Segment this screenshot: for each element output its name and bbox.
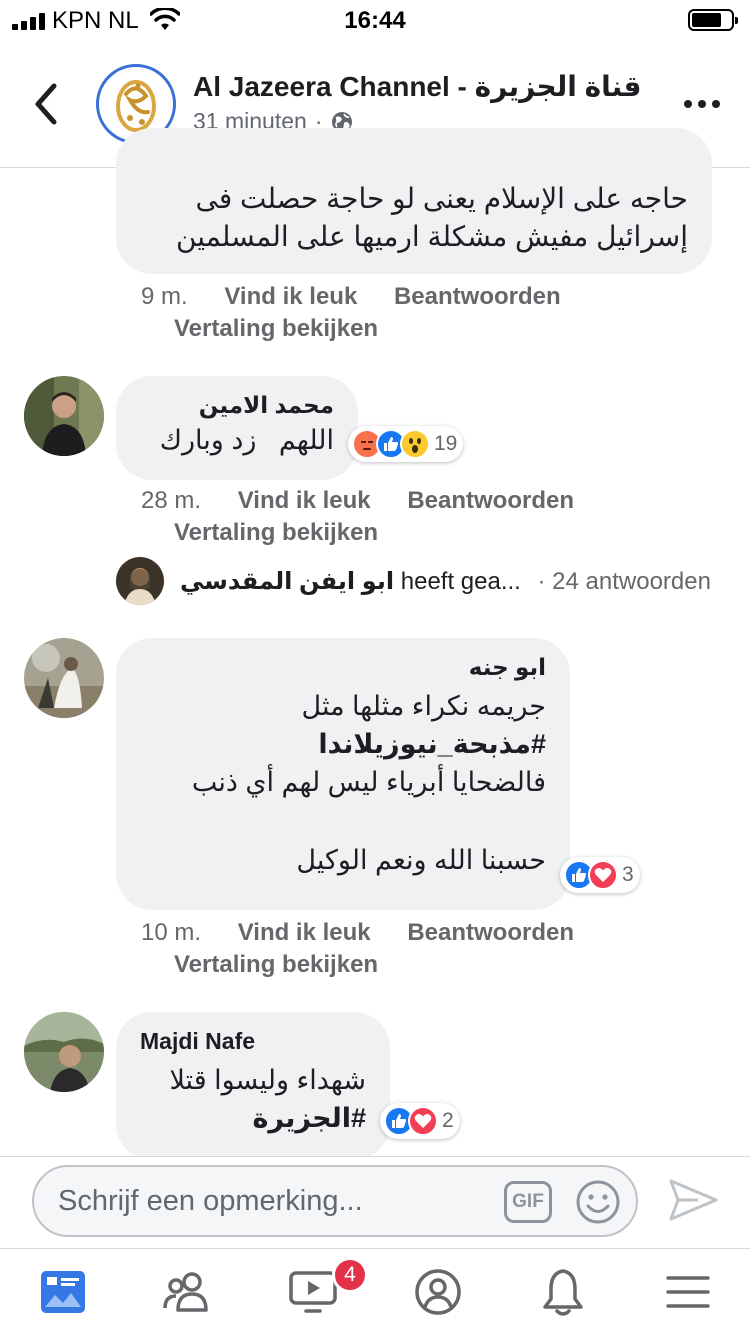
- profile-icon: [414, 1269, 461, 1315]
- comment-time: 10 m.: [141, 919, 202, 946]
- friends-icon: [162, 1272, 208, 1312]
- comment-author[interactable]: Majdi Nafe: [140, 1028, 366, 1055]
- person-photo-icon: [116, 557, 164, 605]
- like-link[interactable]: Vind ik leuk: [238, 919, 371, 946]
- reaction-summary[interactable]: 19: [348, 426, 464, 462]
- watch-icon: [288, 1271, 337, 1313]
- comment-bubble: محمد الامين اللهم زد وبارك: [116, 376, 358, 480]
- tab-profile[interactable]: [375, 1249, 500, 1334]
- love-reaction-icon: [408, 1106, 438, 1136]
- reaction-summary[interactable]: 2: [380, 1103, 460, 1139]
- page-name[interactable]: Al Jazeera Channel - قناة الجزيرة: [193, 70, 641, 103]
- comment-text-line: جريمه نكراء مثلها مثل: [301, 691, 547, 721]
- notifications-icon: [542, 1269, 583, 1316]
- menu-icon: [665, 1276, 710, 1308]
- watch-notification-badge: 4: [332, 1257, 368, 1293]
- hashtag-link[interactable]: #الجزيرة: [140, 1099, 366, 1137]
- comment-author[interactable]: محمد الامين: [140, 392, 334, 419]
- reaction-count: 19: [434, 432, 458, 455]
- comment-bubble: Majdi Nafe شهداء وليسوا قتلا #الجزيرة: [116, 1012, 390, 1160]
- comment-composer[interactable]: GIF: [32, 1165, 638, 1237]
- see-translation-link[interactable]: Vertaling bekijken: [174, 519, 378, 547]
- replier-avatar[interactable]: [116, 557, 164, 605]
- reply-link[interactable]: Beantwoorden: [407, 487, 574, 514]
- comment-input[interactable]: [58, 1183, 498, 1219]
- replies-preview[interactable]: ابو ايفن المقدسي heeft gea... · 24 antwo…: [180, 567, 711, 596]
- comment-composer-bar: GIF: [0, 1156, 750, 1248]
- comment-bubble: حاجه على الإسلام يعنى لو حاجة حصلت فى إس…: [116, 128, 712, 274]
- comment-text-line: إسرائيل مفيش مشكلة ارميها على المسلمين: [175, 221, 688, 252]
- bottom-tab-bar: 4: [0, 1248, 750, 1334]
- more-options-icon[interactable]: [684, 100, 720, 108]
- reaction-summary[interactable]: 3: [560, 857, 640, 893]
- clock: 16:44: [344, 7, 406, 34]
- tab-watch[interactable]: 4: [250, 1249, 375, 1334]
- commenter-avatar[interactable]: [24, 376, 104, 456]
- reaction-count: 2: [442, 1109, 454, 1132]
- comment-actions: 28 m. Vind ik leuk Beantwoorden: [141, 487, 574, 515]
- person-photo-icon: [24, 638, 104, 718]
- comment-text-line: فالضحايا أبرياء ليس لهم أي ذنب: [191, 767, 546, 797]
- comment-actions: 9 m. Vind ik leuk Beantwoorden: [141, 283, 561, 311]
- comment-text-line: شهداء وليسوا قتلا: [169, 1065, 366, 1095]
- status-bar: KPN NL 16:44: [0, 0, 750, 40]
- tab-news-feed[interactable]: [0, 1249, 125, 1334]
- emoji-icon[interactable]: [575, 1179, 621, 1225]
- like-link[interactable]: Vind ik leuk: [238, 487, 371, 514]
- replier-name: ابو ايفن المقدسي: [180, 568, 395, 595]
- like-link[interactable]: Vind ik leuk: [224, 283, 357, 310]
- comment-time: 9 m.: [141, 283, 188, 310]
- comment-text-line: حاجه على الإسلام يعنى لو حاجة حصلت فى: [195, 183, 688, 214]
- tab-friends[interactable]: [125, 1249, 250, 1334]
- back-chevron-icon[interactable]: [26, 78, 66, 130]
- gif-button[interactable]: GIF: [504, 1181, 552, 1223]
- reply-link[interactable]: Beantwoorden: [394, 283, 561, 310]
- send-icon[interactable]: [668, 1177, 720, 1223]
- reply-link[interactable]: Beantwoorden: [407, 919, 574, 946]
- person-photo-icon: [24, 1012, 104, 1092]
- comment-text-line: [140, 801, 546, 841]
- commenter-avatar[interactable]: [24, 638, 104, 718]
- battery-icon: [688, 9, 738, 31]
- hashtag-link[interactable]: #مذبحة_نيوزيلاندا: [140, 725, 546, 763]
- reply-count: · 24 antwoorden: [537, 568, 711, 595]
- reply-preview-text: heeft gea...: [400, 568, 521, 595]
- comment-text-line: اللهم زد وبارك: [159, 425, 334, 455]
- comment-time: 28 m.: [141, 487, 202, 514]
- news-feed-icon: [40, 1271, 85, 1313]
- commenter-avatar[interactable]: [24, 1012, 104, 1092]
- person-photo-icon: [24, 376, 104, 456]
- see-translation-link[interactable]: Vertaling bekijken: [174, 951, 378, 979]
- see-translation-link[interactable]: Vertaling bekijken: [174, 315, 378, 343]
- comment-text-line: حسبنا الله ونعم الوكيل: [296, 845, 546, 875]
- al-jazeera-logo-icon: [116, 80, 156, 132]
- comment-actions: 10 m. Vind ik leuk Beantwoorden: [141, 919, 574, 947]
- love-reaction-icon: [588, 860, 618, 890]
- reaction-count: 3: [622, 863, 634, 886]
- comment-bubble: ابو جنه جريمه نكراء مثلها مثل #مذبحة_نيو…: [116, 638, 570, 910]
- tab-notifications[interactable]: [500, 1249, 625, 1334]
- comment-author[interactable]: ابو جنه: [140, 654, 546, 681]
- tab-menu[interactable]: [625, 1249, 750, 1334]
- wow-reaction-icon: [400, 429, 430, 459]
